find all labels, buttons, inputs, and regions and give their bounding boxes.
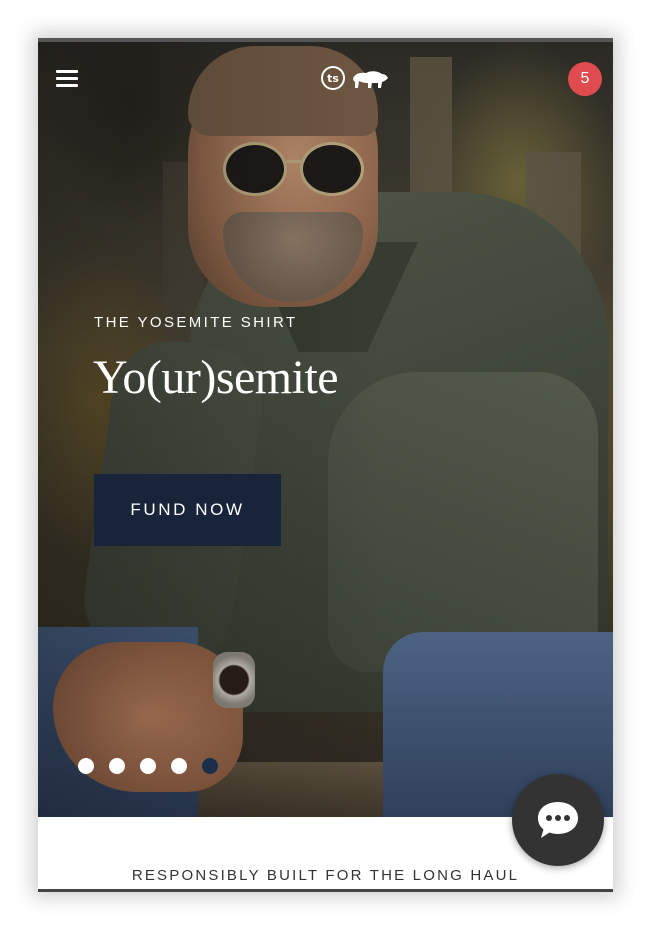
carousel-dot[interactable] [171,758,187,774]
hero-banner: ts 5 THE YOSEMITE SHIRT Yo(ur)semite FUN… [38,42,613,817]
cart-count-badge[interactable]: 5 [568,62,602,96]
hero-overlay [38,42,613,817]
carousel-pagination [78,758,218,774]
carousel-dot[interactable] [78,758,94,774]
logo-monogram: ts [321,66,345,90]
hero-kicker: THE YOSEMITE SHIRT [94,314,298,331]
phone-screen: ts 5 THE YOSEMITE SHIRT Yo(ur)semite FUN… [38,38,613,892]
chat-button[interactable] [512,774,604,866]
carousel-dot-active[interactable] [202,758,218,774]
fund-now-button[interactable]: FUND NOW [94,474,281,546]
hero-headline: Yo(ur)semite [93,351,339,404]
carousel-dot[interactable] [140,758,156,774]
hamburger-menu-icon[interactable] [56,70,78,88]
chat-bubble-icon [538,802,578,838]
bear-icon [353,71,388,88]
brand-logo[interactable]: ts [321,66,389,90]
carousel-dot[interactable] [109,758,125,774]
section-tagline: RESPONSIBLY BUILT FOR THE LONG HAUL [131,867,520,884]
